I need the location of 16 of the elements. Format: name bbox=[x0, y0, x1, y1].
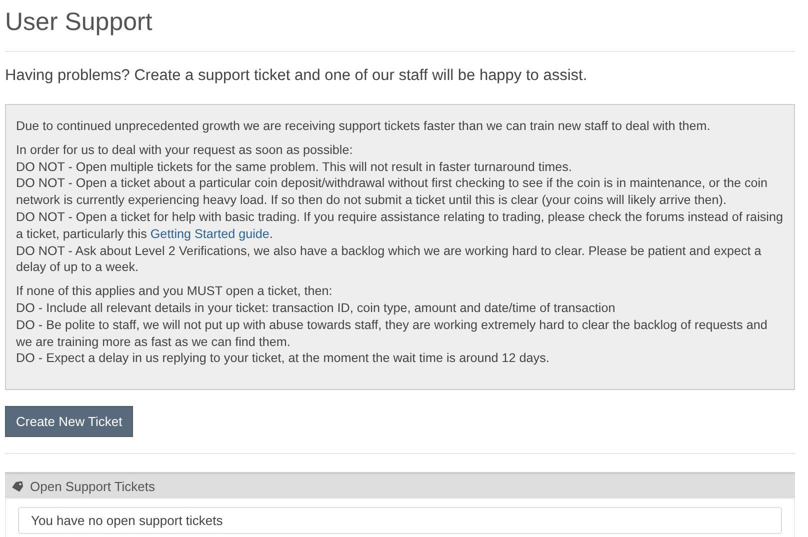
page-title: User Support bbox=[5, 7, 154, 38]
panel-title: Open Support Tickets bbox=[30, 478, 156, 494]
notice-line: DO NOT - Open a ticket about a particular coin deposit/withdrawal without first checking to see if the coin is in maintenance, or the coin network is currently experiencing heavy load. If so then do not submit a ticket until this is clear (your coins will likely arrive then). bbox=[16, 175, 769, 209]
notice-line: If none of this applies and you MUST open a ticket, then: bbox=[16, 283, 334, 300]
notice-line: DO - Include all relevant details in your ticket: transaction ID, coin type, amount and date/time of transaction bbox=[16, 300, 616, 317]
notice-line: DO NOT - Open multiple tickets for the same problem. This will not result in faster turnaround times. bbox=[16, 158, 573, 176]
notice-line: DO NOT - Ask about Level 2 Verifications, we also have a backlog which we are working hard to clear. Please be patient and expect a delay of up to a week. bbox=[16, 242, 762, 276]
guide-link[interactable]: Getting Started guide bbox=[150, 226, 270, 241]
notice-line: Due to continued unprecedented growth we are receiving support tickets faster than we can train new staff to deal with them. bbox=[16, 118, 712, 135]
intro-text: Having problems? Create a support ticket and one of our staff will be happy to assist. bbox=[5, 67, 588, 86]
notice-line: In order for us to deal with your request as soon as possible: bbox=[16, 142, 354, 159]
notice-line: DO - Be polite to staff, we will not put up with abuse towards staff, they are working extremely hard to clear the backlog of requests and we are training more as fast as we can find them. bbox=[16, 316, 768, 350]
create-ticket-button[interactable]: Create New Ticket bbox=[5, 406, 134, 438]
notice-line: DO NOT - Open a ticket for help with basic trading. If you require assistance relating to trading, please check the forums instead of raising a ticket, particularly this Getting Started guide. bbox=[16, 208, 784, 243]
empty-message: You have no open support tickets bbox=[18, 507, 782, 534]
notice-line: DO - Expect a delay in us replying to your ticket, at the moment the wait time is around 12 days. bbox=[16, 350, 550, 368]
